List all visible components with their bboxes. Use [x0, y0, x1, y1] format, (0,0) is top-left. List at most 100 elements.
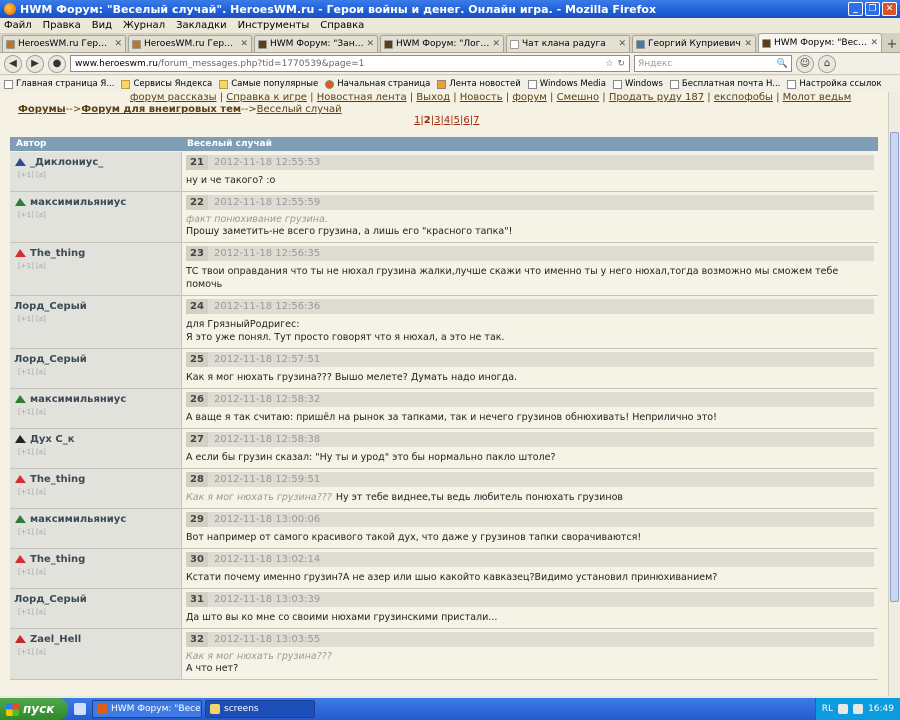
page-link[interactable]: 1 [414, 115, 420, 126]
minimize-button[interactable]: _ [848, 2, 863, 16]
breadcrumb-topic[interactable]: Веселый случай [257, 104, 342, 115]
post-number[interactable]: 28 [186, 472, 208, 487]
page-link[interactable]: 5 [454, 115, 460, 126]
bookmark-item[interactable]: Самые популярные [219, 79, 318, 89]
author-name-link[interactable]: The_thing [30, 248, 85, 259]
post-number[interactable]: 29 [186, 512, 208, 527]
maximize-button[interactable]: ❐ [865, 2, 880, 16]
addon-button[interactable]: ☺ [796, 54, 814, 73]
tab-close-icon[interactable]: ✕ [366, 39, 374, 49]
clan-emblem-icon[interactable] [14, 434, 27, 445]
post-number[interactable]: 31 [186, 592, 208, 607]
page-scrollbar[interactable] [888, 92, 900, 696]
taskbar-button[interactable]: HWM Форум: "Весел... [92, 700, 202, 718]
author-name-link[interactable]: Лорд_Серый [14, 301, 87, 312]
post-number[interactable]: 24 [186, 299, 208, 314]
clan-emblem-icon[interactable] [14, 394, 27, 405]
bookmark-item[interactable]: Windows [612, 79, 663, 89]
tab-close-icon[interactable]: ✕ [618, 39, 626, 49]
url-bar[interactable]: www.heroeswm.ru/forum_messages.php?tid=1… [70, 55, 630, 72]
page-link[interactable]: 6 [463, 115, 469, 126]
browser-tab[interactable]: HWM Форум: "Логическо...✕ [380, 35, 504, 52]
scrollbar-thumb[interactable] [890, 132, 899, 602]
forum-top-link[interactable]: Продать руду 187 [609, 92, 704, 103]
bookmark-item[interactable]: Настройка ссылок [787, 79, 882, 89]
tab-close-icon[interactable]: ✕ [492, 39, 500, 49]
tab-close-icon[interactable]: ✕ [870, 38, 878, 48]
clan-emblem-icon[interactable] [14, 514, 27, 525]
author-name-link[interactable]: Лорд_Серый [14, 354, 87, 365]
forum-top-link[interactable]: форум [512, 92, 546, 103]
browser-tab[interactable]: HeroesWM.ru Герои войн...✕ [128, 35, 252, 52]
breadcrumb-forums[interactable]: Форумы [18, 104, 66, 115]
quicklaunch-icon[interactable] [74, 703, 86, 715]
forum-top-link[interactable]: Новость [460, 92, 503, 103]
search-icon[interactable]: 🔍 [777, 59, 788, 69]
author-name-link[interactable]: Дух С_к [30, 434, 74, 445]
menu-item[interactable]: Правка [43, 20, 81, 31]
author-name-link[interactable]: максимильяниус [30, 197, 126, 208]
clan-emblem-icon[interactable] [14, 634, 27, 645]
bookmark-item[interactable]: Начальная страница [325, 79, 430, 89]
clan-emblem-icon[interactable] [14, 554, 27, 565]
search-bar[interactable]: Яндекс 🔍 [634, 55, 792, 72]
clan-emblem-icon[interactable] [14, 248, 27, 259]
forward-button[interactable]: ▶ [26, 54, 44, 73]
menu-item[interactable]: Файл [4, 20, 32, 31]
post-number[interactable]: 32 [186, 632, 208, 647]
close-button[interactable]: ✕ [882, 2, 897, 16]
menu-item[interactable]: Инструменты [238, 20, 310, 31]
tab-close-icon[interactable]: ✕ [744, 39, 752, 49]
author-name-link[interactable]: Zael_Hell [30, 634, 81, 645]
post-number[interactable]: 23 [186, 246, 208, 261]
post-number[interactable]: 26 [186, 392, 208, 407]
reload-icon[interactable]: ↻ [617, 59, 625, 69]
forum-top-link[interactable]: Справка к игре [226, 92, 307, 103]
menu-item[interactable]: Справка [320, 20, 364, 31]
post-number[interactable]: 22 [186, 195, 208, 210]
page-link[interactable]: 3 [434, 115, 440, 126]
post-number[interactable]: 27 [186, 432, 208, 447]
new-tab-button[interactable]: + [884, 36, 900, 52]
page-link[interactable]: 7 [473, 115, 479, 126]
bookmark-item[interactable]: Windows Media [527, 79, 606, 89]
forum-top-link[interactable]: Молот ведьм [783, 92, 852, 103]
tray-network-icon[interactable] [838, 704, 849, 714]
language-indicator[interactable]: RL [822, 704, 833, 714]
clan-emblem-icon[interactable] [14, 157, 27, 168]
home-button[interactable]: ⌂ [818, 54, 836, 73]
author-name-link[interactable]: _Диклониус_ [30, 157, 103, 168]
browser-tab[interactable]: HeroesWM.ru Герои войн...✕ [2, 35, 126, 52]
start-button[interactable]: пуск [0, 698, 68, 720]
page-link[interactable]: 4 [444, 115, 450, 126]
taskbar-button[interactable]: screens [205, 700, 315, 718]
author-name-link[interactable]: The_thing [30, 554, 85, 565]
home-yandex-button[interactable]: ● [48, 54, 66, 73]
tab-close-icon[interactable]: ✕ [114, 39, 122, 49]
tab-close-icon[interactable]: ✕ [240, 39, 248, 49]
author-name-link[interactable]: максимильяниус [30, 394, 126, 405]
post-number[interactable]: 30 [186, 552, 208, 567]
forum-top-link[interactable]: форум рассказы [130, 92, 217, 103]
bookmark-star-icon[interactable]: ☆ [605, 59, 613, 69]
back-button[interactable]: ◀ [4, 54, 22, 73]
breadcrumb-section[interactable]: Форум для внеигровых тем [81, 104, 241, 115]
browser-tab[interactable]: Георгий Куприевич ✕ [632, 35, 756, 52]
browser-tab[interactable]: Чат клана радуга ✕ [506, 35, 630, 52]
browser-tab[interactable]: HWM Форум: "Веселый с...✕ [758, 33, 882, 52]
post-number[interactable]: 25 [186, 352, 208, 367]
clan-emblem-icon[interactable] [14, 474, 27, 485]
forum-top-link[interactable]: експофобы [714, 92, 773, 103]
menu-item[interactable]: Журнал [123, 20, 165, 31]
bookmark-item[interactable]: Бесплатная почта H... [669, 79, 780, 89]
clan-emblem-icon[interactable] [14, 197, 27, 208]
bookmark-item[interactable]: Сервисы Яндекса [121, 79, 212, 89]
forum-top-link[interactable]: Новостная лента [317, 92, 407, 103]
bookmark-item[interactable]: Лента новостей [437, 79, 521, 89]
window-titlebar[interactable]: HWM Форум: "Веселый случай". HeroesWM.ru… [0, 0, 900, 18]
bookmark-item[interactable]: Главная страница Я... [4, 79, 114, 89]
tray-volume-icon[interactable] [853, 704, 864, 714]
author-name-link[interactable]: Лорд_Серый [14, 594, 87, 605]
author-name-link[interactable]: максимильяниус [30, 514, 126, 525]
menu-item[interactable]: Закладки [176, 20, 227, 31]
